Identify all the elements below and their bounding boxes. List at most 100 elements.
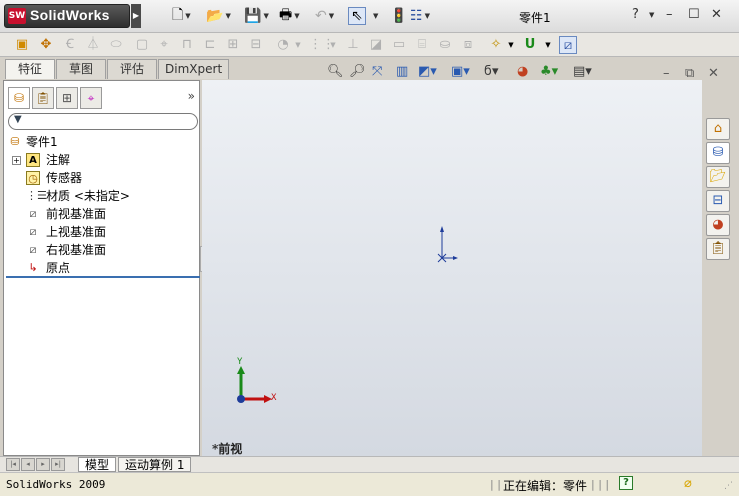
status-divider: | | (490, 478, 501, 491)
zoom-to-fit-icon[interactable]: 🔍︎ (327, 64, 344, 79)
tab-model[interactable]: 模型 (78, 457, 117, 472)
view-palette-icon[interactable]: ⊟ (706, 190, 730, 212)
expand-plus-icon[interactable]: + (12, 156, 21, 165)
feature-tree-filter-input[interactable]: ▼ (8, 113, 198, 130)
select-button[interactable]: ⇖ (348, 7, 366, 25)
design-library-icon[interactable]: ⛁ (706, 142, 730, 164)
feature-manager-tab-icon[interactable]: ⛁ (8, 87, 30, 109)
traffic-light-icon: 🚦 (390, 8, 408, 24)
part-icon: ⛁ (10, 135, 20, 148)
mirror-icon[interactable]: ⧈ (459, 36, 477, 54)
last-tab-button[interactable]: ▸| (51, 458, 65, 471)
viewport-restore-button[interactable]: ⧉ (685, 66, 694, 81)
minimize-button[interactable]: – (666, 7, 673, 22)
chevron-down-icon: ▼ (424, 12, 430, 20)
view-orientation-icon[interactable]: ◩▾ (418, 64, 437, 79)
hide-show-items-icon[interactable]: ϭ▾ (484, 64, 498, 79)
tree-item-right-plane[interactable]: ⧄ 右视基准面 (6, 241, 198, 259)
maximize-button[interactable]: ☐ (688, 7, 700, 22)
lofted-cut-icon[interactable]: ⊞ (224, 36, 242, 54)
file-explorer-icon[interactable]: 📂︎ (706, 166, 730, 188)
tab-features[interactable]: 特征 (5, 59, 56, 79)
wrap-icon[interactable]: ⌸ (413, 36, 431, 54)
extruded-boss-icon[interactable]: ▣ (13, 36, 31, 54)
first-tab-button[interactable]: |◂ (6, 458, 20, 471)
hole-wizard-icon[interactable]: ⌖ (155, 36, 173, 54)
tree-item-top-plane[interactable]: ⧄ 上视基准面 (6, 223, 198, 241)
view-orientation-label: *前视 (212, 442, 243, 456)
tree-item-label: 注解 (46, 153, 71, 167)
appearances-scenes-icon[interactable]: ◕ (706, 214, 730, 236)
extruded-cut-icon[interactable]: ▢ (133, 36, 151, 54)
origin-marker-icon (437, 226, 458, 263)
chevron-down-icon[interactable]: ▼ (539, 36, 557, 54)
swept-boss-icon[interactable]: Ꞓ (61, 36, 79, 54)
previous-view-icon[interactable]: ⤧ (372, 64, 382, 79)
zoom-to-area-icon[interactable]: 🔎︎ (349, 64, 366, 79)
revolved-cut-icon[interactable]: ⊓ (178, 36, 196, 54)
prev-tab-button[interactable]: ◂ (21, 458, 35, 471)
edit-appearance-icon[interactable]: ◕ (517, 64, 528, 79)
solidworks-menu-button[interactable]: SW SolidWorks (4, 4, 130, 28)
tree-item-sensors[interactable]: ◷ 传感器 (6, 169, 198, 187)
tab-evaluate[interactable]: 评估 (107, 59, 158, 79)
configuration-manager-tab-icon[interactable]: ⊞ (56, 87, 78, 109)
expand-panel-chevron-icon[interactable]: » (188, 89, 195, 103)
chevron-down-icon[interactable]: ▼ (502, 36, 520, 54)
rebuild-button[interactable]: 🚦 (390, 7, 407, 25)
editing-status: 正在编辑：零件 (503, 479, 588, 493)
property-manager-tab-icon[interactable]: 📋︎ (32, 87, 54, 109)
swept-cut-icon[interactable]: ⊏ (201, 36, 219, 54)
tree-item-origin[interactable]: ↳ 原点 (6, 259, 198, 277)
next-tab-button[interactable]: ▸ (36, 458, 50, 471)
boundary-cut-icon[interactable]: ⊟ (247, 36, 265, 54)
menu-expand-arrow[interactable]: ▶ (131, 4, 141, 28)
rib-icon[interactable]: ⊥ (344, 36, 362, 54)
view-settings-icon[interactable]: ▤▾ (573, 64, 592, 79)
tab-sketch[interactable]: 草图 (56, 59, 107, 79)
revolved-boss-icon[interactable]: ✥ (37, 36, 55, 54)
viewport-close-button[interactable]: ✕ (708, 66, 719, 81)
status-divider: | | | (591, 478, 610, 491)
tree-root-part[interactable]: ⛁ 零件1 (6, 133, 198, 151)
section-view-icon[interactable]: ▥ (396, 64, 408, 79)
boundary-boss-icon[interactable]: ⬭ (107, 36, 125, 54)
tree-item-front-plane[interactable]: ⧄ 前视基准面 (6, 205, 198, 223)
custom-properties-icon[interactable]: 📋︎ (706, 238, 730, 260)
chevron-down-icon[interactable]: ▼ (289, 36, 307, 54)
select-dropdown[interactable]: ▼ (371, 7, 378, 25)
dimxpert-manager-tab-icon[interactable]: ⌖ (80, 87, 102, 109)
lofted-boss-icon[interactable]: ⏃ (84, 36, 102, 54)
quick-tips-icon[interactable]: ? (619, 476, 633, 490)
help-dropdown-icon[interactable]: ▼ (649, 11, 654, 19)
undo-button[interactable]: ↶ ▼ (315, 7, 334, 25)
open-folder-icon: 📂 (206, 8, 224, 24)
open-button[interactable]: 📂 ▼ (206, 7, 231, 25)
save-button[interactable]: 💾 ▼ (244, 7, 269, 25)
options-button[interactable]: ☷ ▼ (410, 7, 430, 25)
tab-dimxpert[interactable]: DimXpert (158, 59, 230, 79)
help-button[interactable]: ? (632, 7, 639, 22)
instant3d-icon[interactable]: ⧄ (559, 36, 577, 54)
tree-item-material[interactable]: ⋮☰ 材质 <未指定> (6, 187, 198, 205)
curves-icon[interactable]: ᑌ (521, 36, 539, 54)
chevron-down-icon[interactable]: ▼ (324, 36, 342, 54)
solidworks-resources-icon[interactable]: ⌂ (706, 118, 730, 140)
dome-icon[interactable]: ⛀ (436, 36, 454, 54)
tree-item-annotations[interactable]: + A 注解 (6, 151, 198, 169)
chevron-down-icon: ▼ (185, 12, 191, 20)
print-button[interactable]: 🖶 ▼ (279, 7, 300, 25)
draft-icon[interactable]: ◪ (367, 36, 385, 54)
new-document-button[interactable]: 🗋 ▼ (172, 7, 191, 25)
viewport-minimize-button[interactable]: – (663, 66, 670, 81)
apply-scene-icon[interactable]: ♣▾ (540, 64, 558, 79)
app-name: SolidWorks (30, 7, 110, 23)
resize-grip-icon[interactable]: ⋰ (724, 481, 733, 491)
model-tabs-bar: |◂ ◂ ▸ ▸| 模型 运动算例 1 (0, 456, 739, 472)
display-style-icon[interactable]: ▣▾ (451, 64, 470, 79)
close-button[interactable]: ✕ (711, 7, 722, 22)
tab-motion-study-1[interactable]: 运动算例 1 (118, 457, 192, 472)
shell-icon[interactable]: ▭ (390, 36, 408, 54)
rollback-bar[interactable] (6, 276, 200, 278)
tag-icon[interactable]: ⌀ (684, 476, 692, 491)
